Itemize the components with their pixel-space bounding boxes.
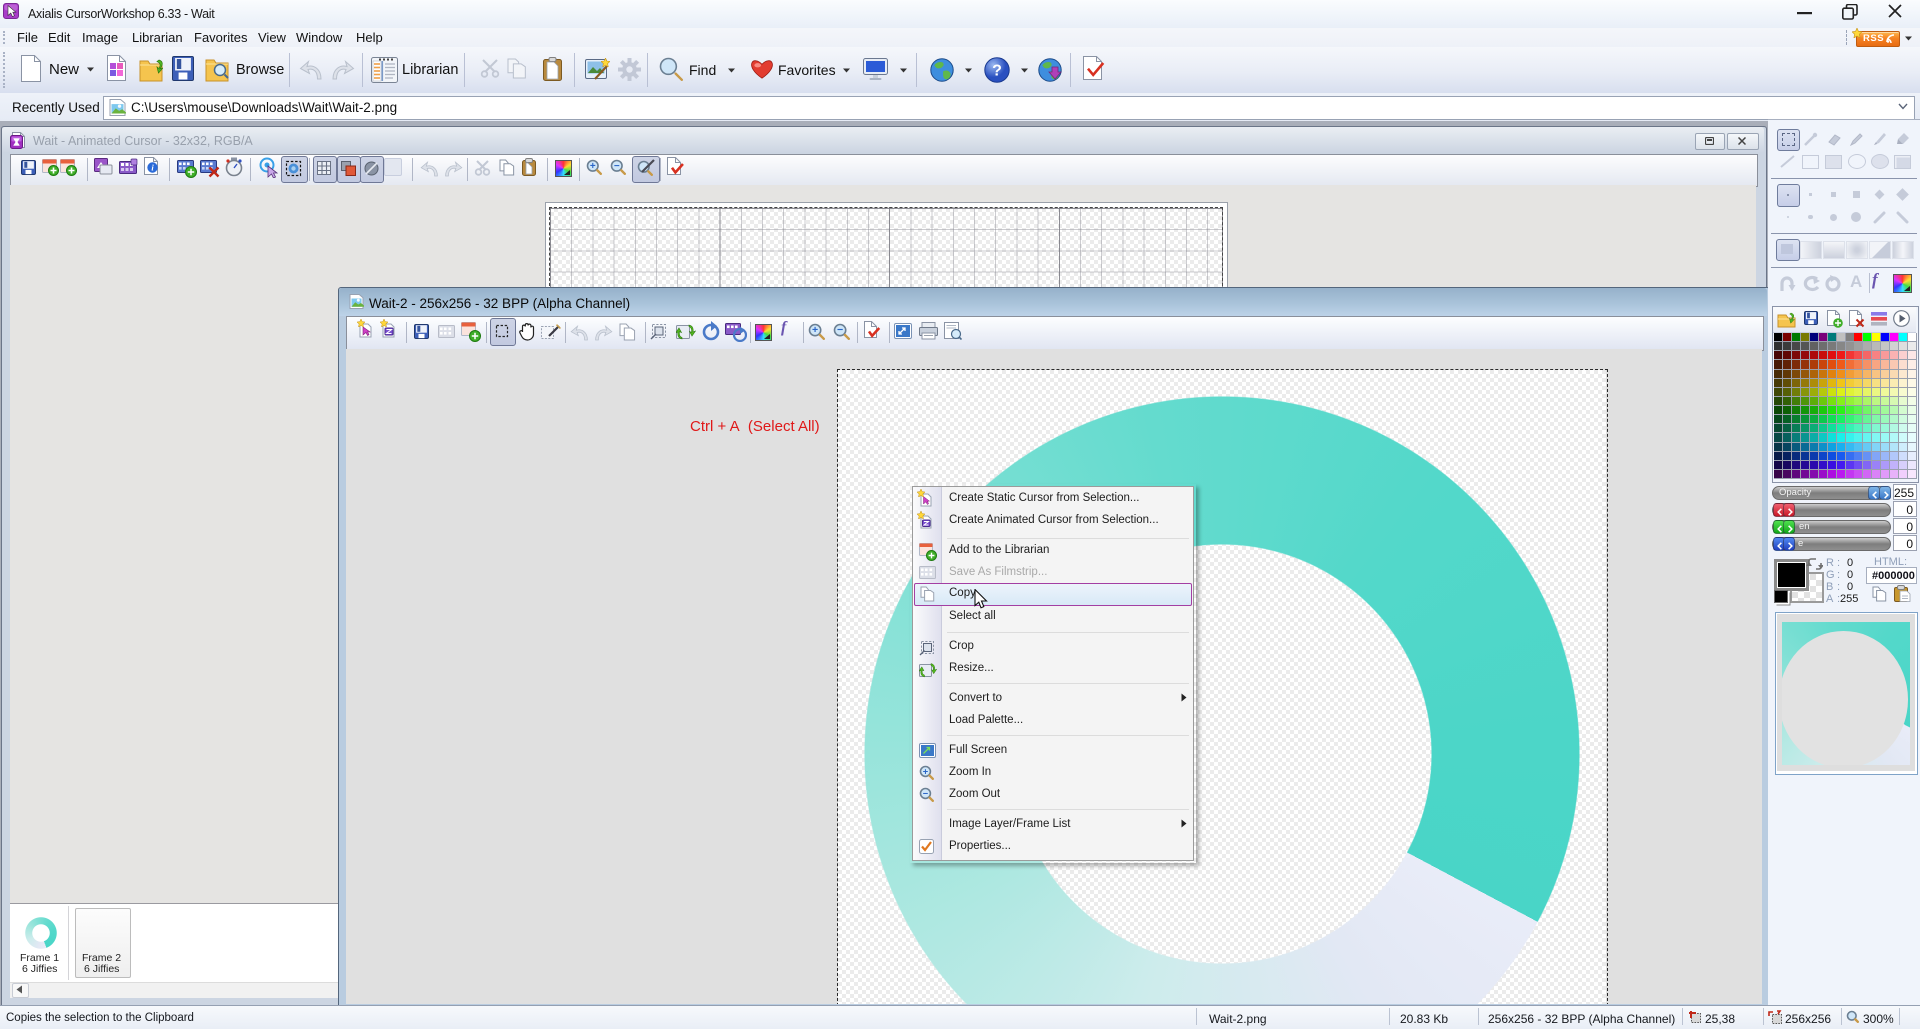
svg-text:−: − [923, 789, 929, 799]
svg-text:?: ? [992, 63, 1002, 80]
svg-text:+: + [590, 161, 596, 172]
svg-text:−: − [614, 161, 620, 172]
svg-text:+: + [923, 767, 929, 777]
svg-text:−: − [837, 324, 843, 336]
svg-text:+: + [812, 324, 818, 336]
